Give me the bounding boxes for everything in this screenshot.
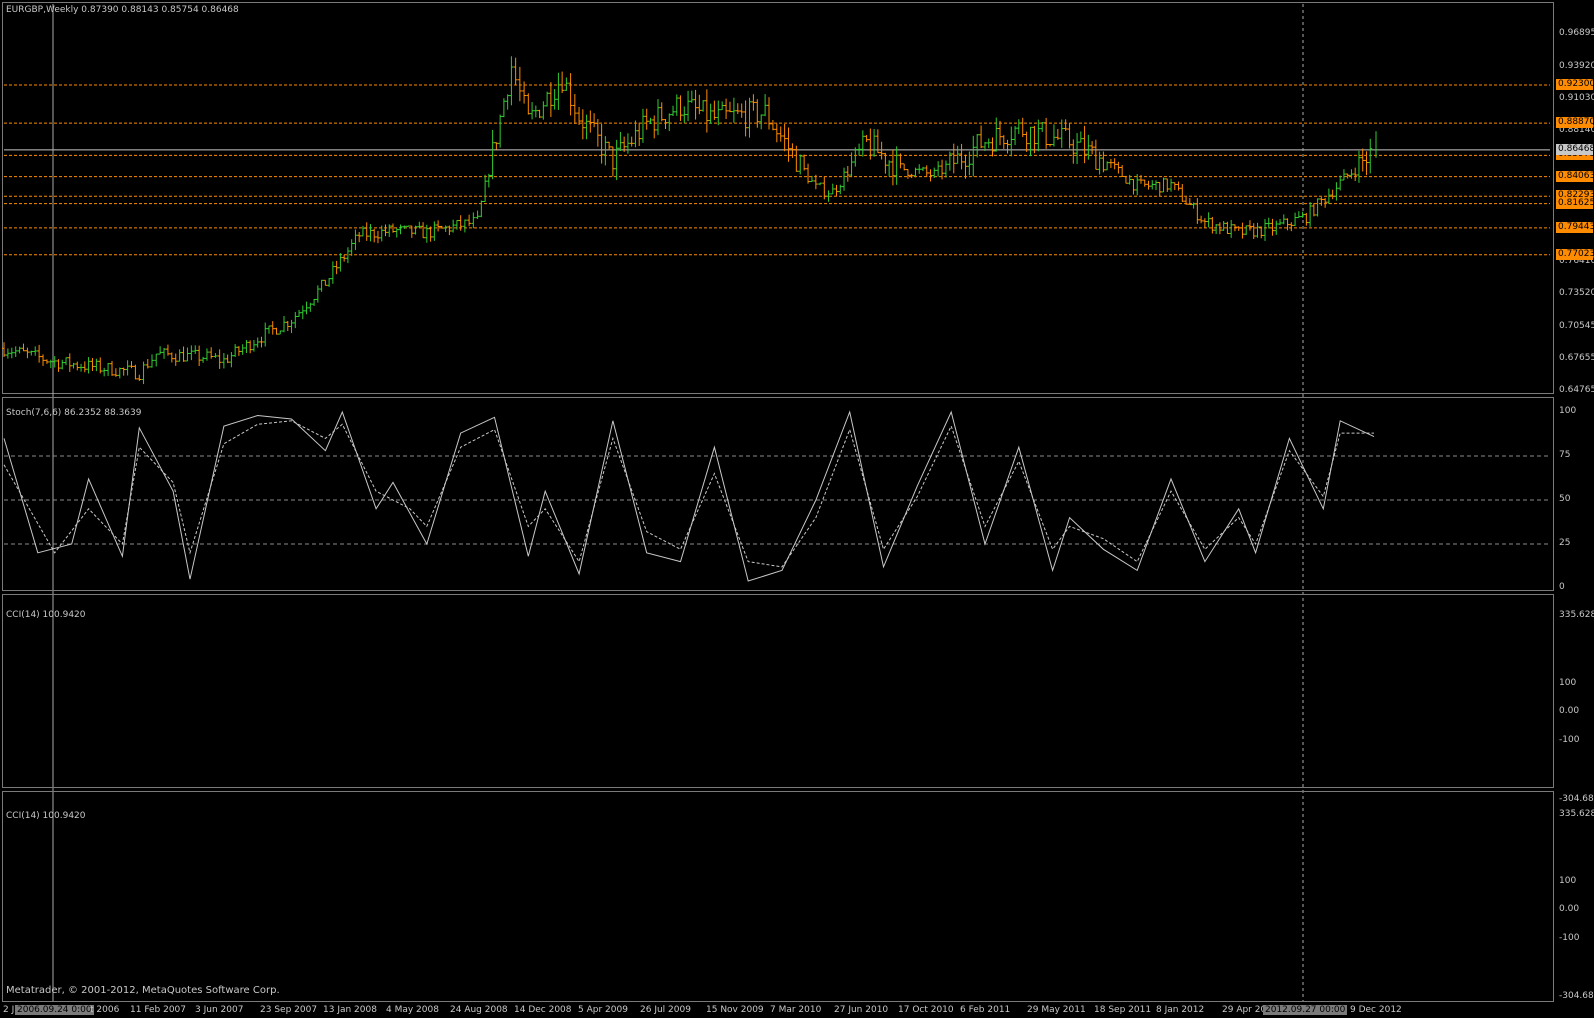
chart-title: EURGBP,Weekly 0.87390 0.88143 0.85754 0.… bbox=[6, 5, 239, 15]
cci-pane-1[interactable] bbox=[2, 594, 1554, 788]
stoch-tick: 25 bbox=[1559, 538, 1571, 548]
level-label: 0.84063 bbox=[1556, 170, 1594, 182]
cci-tick: 100 bbox=[1559, 875, 1577, 886]
cci-pane-2[interactable] bbox=[2, 791, 1554, 1002]
cci-tick: 335.628 bbox=[1559, 809, 1594, 819]
cci-tick: 0.00 bbox=[1559, 904, 1580, 915]
price-tick: 0.93920 bbox=[1559, 61, 1594, 72]
cci-tick: -304.680 bbox=[1559, 991, 1594, 1001]
stoch-tick: 0 bbox=[1559, 582, 1565, 592]
price-tick: 0.64765 bbox=[1559, 385, 1594, 395]
time-tick: 6 Feb 2011 bbox=[960, 1005, 1011, 1015]
stoch-tick: 75 bbox=[1559, 450, 1571, 460]
time-tick: 29 May 2011 bbox=[1027, 1005, 1086, 1015]
time-tick: 17 Oct 2010 bbox=[898, 1005, 954, 1015]
price-tick: 0.73520 bbox=[1559, 287, 1594, 298]
stoch-tick: 100 bbox=[1559, 406, 1577, 416]
price-pane[interactable] bbox=[2, 2, 1554, 394]
time-tick: 11 Feb 2007 bbox=[130, 1005, 187, 1015]
cci-tick: -100 bbox=[1559, 735, 1580, 746]
time-axis-fragment: t 2006 bbox=[90, 1005, 120, 1015]
time-tick: 3 Jun 2007 bbox=[195, 1005, 244, 1015]
cci-tick: 0.00 bbox=[1559, 706, 1580, 717]
time-tick: 4 May 2008 bbox=[386, 1005, 439, 1015]
crosshair-right-label: 2012.09.27 00:00 bbox=[1263, 1005, 1348, 1015]
time-tick: 5 Apr 2009 bbox=[578, 1005, 628, 1015]
time-tick: 13 Jan 2008 bbox=[323, 1005, 377, 1015]
time-tick: 26 Jul 2009 bbox=[640, 1005, 691, 1015]
current-price-label: 0.86468 bbox=[1556, 143, 1594, 155]
price-tick: 0.67655 bbox=[1559, 352, 1594, 363]
copyright-footer: Metatrader, © 2001-2012, MetaQuotes Soft… bbox=[6, 985, 280, 996]
time-tick: 23 Sep 2007 bbox=[260, 1005, 318, 1015]
cci-tick: -100 bbox=[1559, 932, 1580, 943]
time-tick: 24 Aug 2008 bbox=[450, 1005, 508, 1015]
time-tick: 27 Jun 2010 bbox=[834, 1005, 889, 1015]
time-tick: 15 Nov 2009 bbox=[706, 1005, 764, 1015]
level-label: 0.77023 bbox=[1556, 248, 1594, 260]
time-tick: 18 Sep 2011 bbox=[1094, 1005, 1152, 1015]
time-tick: 7 Mar 2010 bbox=[770, 1005, 822, 1015]
stoch-pane[interactable] bbox=[2, 397, 1554, 591]
stoch-title: Stoch(7,6,6) 86.2352 88.3639 bbox=[6, 408, 142, 418]
stoch-tick: 50 bbox=[1559, 494, 1571, 504]
cci1-title: CCI(14) 100.9420 bbox=[6, 610, 86, 620]
cci-tick: -304.680 bbox=[1559, 794, 1594, 804]
time-tick: 14 Dec 2008 bbox=[514, 1005, 572, 1015]
cci2-title: CCI(14) 100.9420 bbox=[6, 811, 86, 821]
level-label: 0.88870 bbox=[1556, 117, 1594, 129]
time-tick: 9 Dec 2012 bbox=[1350, 1005, 1402, 1015]
price-tick: 0.70545 bbox=[1559, 320, 1594, 331]
cci-tick: 100 bbox=[1559, 677, 1577, 688]
time-axis-fragment-start: 2 J bbox=[3, 1005, 15, 1015]
level-label: 0.79443 bbox=[1556, 221, 1594, 233]
price-tick: 0.91030 bbox=[1559, 93, 1594, 104]
price-tick: 0.96895 bbox=[1559, 28, 1594, 38]
cci-tick: 335.628 bbox=[1559, 610, 1594, 620]
level-label: 0.81625 bbox=[1556, 197, 1594, 209]
level-label: 0.92300 bbox=[1556, 79, 1594, 91]
time-tick: 8 Jan 2012 bbox=[1156, 1005, 1205, 1015]
crosshair-left-label: 2006.09.24 0:00 bbox=[15, 1005, 94, 1015]
